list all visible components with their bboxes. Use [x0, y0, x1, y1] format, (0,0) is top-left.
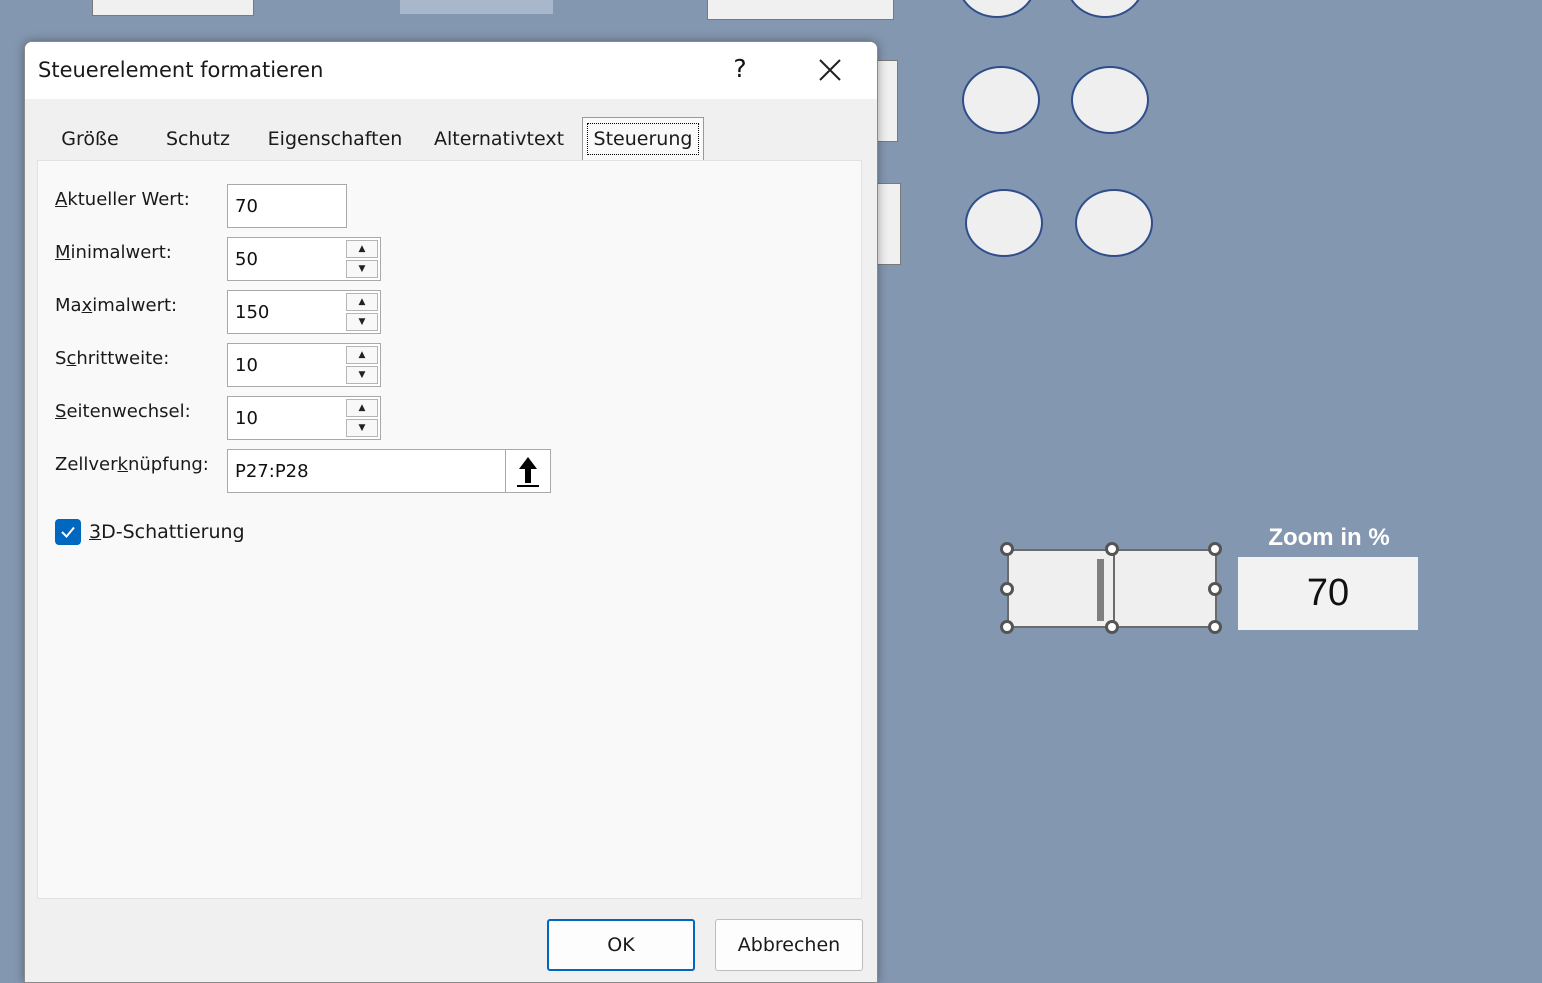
- sheet-oval[interactable]: [1066, 0, 1144, 18]
- spin-down-button[interactable]: ▼: [346, 419, 378, 437]
- help-button[interactable]: ?: [725, 54, 755, 88]
- shading-checkbox-label: 3D-Schattierung: [89, 521, 245, 543]
- tab-label: Schutz: [165, 127, 230, 150]
- scrollbar-control[interactable]: [1007, 549, 1217, 628]
- shading-checkbox[interactable]: [55, 519, 81, 545]
- resize-handle[interactable]: [1000, 620, 1014, 634]
- resize-handle[interactable]: [1208, 582, 1222, 596]
- tab-groesse[interactable]: Größe: [37, 117, 143, 160]
- page-change-spinner: ▲ ▼: [346, 399, 378, 437]
- close-button[interactable]: [810, 50, 850, 90]
- step-input[interactable]: 10 ▲ ▼: [227, 343, 381, 387]
- spin-down-button[interactable]: ▼: [346, 260, 378, 278]
- spin-down-button[interactable]: ▼: [346, 313, 378, 331]
- step-label: Schrittweite:: [55, 348, 170, 369]
- spin-up-button[interactable]: ▲: [346, 346, 378, 364]
- close-icon: [819, 59, 841, 81]
- sheet-oval[interactable]: [1071, 66, 1149, 134]
- sheet-oval[interactable]: [962, 66, 1040, 134]
- tab-label: Eigenschaften: [267, 127, 403, 150]
- cancel-button[interactable]: Abbrechen: [715, 919, 863, 971]
- current-value-text: 70: [235, 195, 258, 217]
- page-change-input[interactable]: 10 ▲ ▼: [227, 396, 381, 440]
- resize-handle[interactable]: [1208, 620, 1222, 634]
- sheet-shape: [92, 0, 254, 16]
- page-change-text: 10: [235, 407, 258, 429]
- resize-handle[interactable]: [1000, 582, 1014, 596]
- arrow-up-icon: [517, 457, 539, 487]
- tab-schutz[interactable]: Schutz: [145, 117, 251, 160]
- resize-handle[interactable]: [1105, 542, 1119, 556]
- zoom-value-cell[interactable]: 70: [1238, 557, 1418, 630]
- step-text: 10: [235, 354, 258, 376]
- max-value-input[interactable]: 150 ▲ ▼: [227, 290, 381, 334]
- tab-alternativtext[interactable]: Alternativtext: [419, 117, 579, 160]
- spin-down-button[interactable]: ▼: [346, 366, 378, 384]
- sheet-oval[interactable]: [965, 189, 1043, 257]
- sheet-oval[interactable]: [958, 0, 1036, 18]
- tab-label: Größe: [61, 127, 119, 150]
- range-select-button[interactable]: [505, 450, 550, 492]
- resize-handle[interactable]: [1000, 542, 1014, 556]
- cell-link-text: P27:P28: [235, 460, 309, 482]
- spin-up-button[interactable]: ▲: [346, 240, 378, 258]
- resize-handle[interactable]: [1208, 542, 1222, 556]
- format-control-dialog: Steuerelement formatieren ? Größe Schutz…: [24, 41, 878, 983]
- current-value-input[interactable]: 70: [227, 184, 347, 228]
- tab-label: Alternativtext: [433, 127, 565, 150]
- tab-steuerung[interactable]: Steuerung: [582, 117, 704, 160]
- spin-up-button[interactable]: ▲: [346, 399, 378, 417]
- min-value-text: 50: [235, 248, 258, 270]
- resize-handle[interactable]: [1105, 620, 1119, 634]
- max-value-label: Maximalwert:: [55, 295, 178, 316]
- scrollbar-thumb[interactable]: [1097, 559, 1104, 621]
- check-icon: [61, 526, 75, 538]
- divider: [1113, 551, 1115, 626]
- dialog-title: Steuerelement formatieren: [38, 58, 324, 82]
- sheet-oval[interactable]: [1075, 189, 1153, 257]
- tab-label: Steuerung: [586, 123, 700, 155]
- min-value-label: Minimalwert:: [55, 242, 172, 263]
- cell-link-label: Zellverknüpfung:: [55, 454, 209, 475]
- current-value-label: Aktueller Wert:: [55, 189, 190, 210]
- max-value-text: 150: [235, 301, 270, 323]
- sheet-shape: [400, 0, 553, 14]
- cell-link-input[interactable]: P27:P28: [227, 449, 551, 493]
- dialog-titlebar: Steuerelement formatieren ?: [25, 42, 877, 99]
- zoom-label: Zoom in %: [1268, 524, 1390, 551]
- page-change-label: Seitenwechsel:: [55, 401, 191, 422]
- min-value-input[interactable]: 50 ▲ ▼: [227, 237, 381, 281]
- max-value-spinner: ▲ ▼: [346, 293, 378, 331]
- tab-eigenschaften[interactable]: Eigenschaften: [253, 117, 417, 160]
- step-spinner: ▲ ▼: [346, 346, 378, 384]
- spin-up-button[interactable]: ▲: [346, 293, 378, 311]
- ok-button[interactable]: OK: [547, 919, 695, 971]
- min-value-spinner: ▲ ▼: [346, 240, 378, 278]
- sheet-shape: [707, 0, 894, 20]
